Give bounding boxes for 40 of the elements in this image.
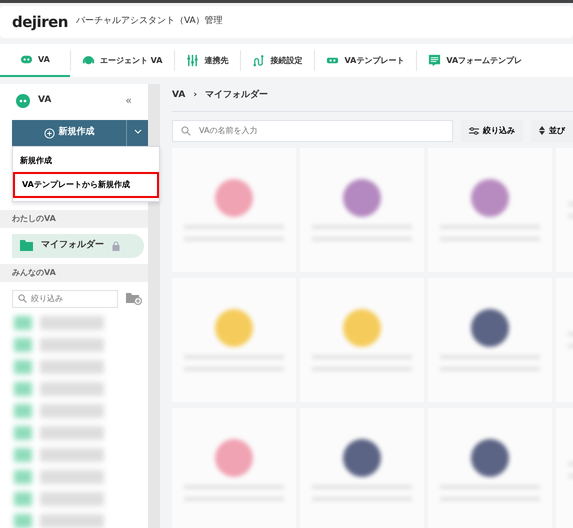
search-icon bbox=[18, 294, 27, 303]
sliders-icon bbox=[469, 126, 479, 134]
sidebar-title: VA bbox=[38, 94, 52, 108]
search-field[interactable]: VAの名前を入力 bbox=[172, 120, 453, 142]
tab[interactable]: 接続設定 bbox=[240, 44, 314, 77]
dropdown-toggle[interactable] bbox=[126, 120, 148, 146]
sliders-icon bbox=[186, 54, 200, 67]
caret-icon bbox=[134, 128, 142, 135]
tab[interactable]: 連携先 bbox=[174, 44, 240, 77]
robot-icon bbox=[20, 53, 33, 66]
filter-field[interactable]: 絞り込み bbox=[12, 290, 118, 308]
search-icon bbox=[181, 126, 191, 136]
sort-button[interactable]: 並び bbox=[531, 120, 573, 142]
section-label: みんなのVA bbox=[0, 264, 148, 282]
breadcrumb-item[interactable]: VA bbox=[172, 89, 186, 102]
folder-icon bbox=[20, 240, 33, 252]
breadcrumb-separator: › bbox=[193, 89, 198, 102]
folder-item[interactable]: マイフォルダー bbox=[12, 234, 144, 258]
plus-circle-icon bbox=[44, 128, 54, 138]
breadcrumb-item: マイフォルダー bbox=[205, 89, 268, 102]
form-icon bbox=[428, 54, 442, 67]
filter-input[interactable]: 絞り込み bbox=[31, 292, 111, 304]
logo: dejiren bbox=[12, 12, 68, 33]
section-label: わたしのVA bbox=[0, 210, 148, 228]
tab[interactable]: VAフォームテンプレ bbox=[416, 44, 534, 77]
collapse-icon[interactable]: « bbox=[125, 92, 132, 110]
headset-icon bbox=[82, 54, 95, 67]
filter-button[interactable]: 絞り込み bbox=[461, 120, 523, 142]
search-input[interactable]: VAの名前を入力 bbox=[197, 124, 437, 138]
cable-icon bbox=[252, 54, 266, 67]
sort-icon bbox=[539, 126, 545, 135]
add-folder-icon[interactable] bbox=[126, 292, 142, 305]
page-title: バーチャルアシスタント（VA）管理 bbox=[76, 15, 223, 28]
tab[interactable]: VA bbox=[0, 44, 70, 77]
tab[interactable]: エージェント VA bbox=[70, 44, 174, 77]
menu-item[interactable]: 新規作成 bbox=[13, 150, 159, 172]
robot-icon bbox=[16, 94, 30, 108]
menu-item[interactable]: VAテンプレートから新規作成 bbox=[13, 172, 159, 198]
tab[interactable]: VAテンプレート bbox=[314, 44, 416, 77]
create-button[interactable]: 新規作成 bbox=[12, 120, 126, 146]
